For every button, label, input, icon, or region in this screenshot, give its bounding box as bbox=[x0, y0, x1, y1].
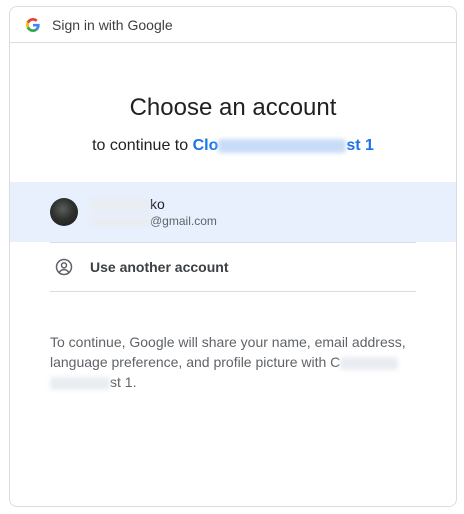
account-details: ko @gmail.com bbox=[90, 195, 217, 229]
avatar bbox=[50, 198, 78, 226]
page-title: Choose an account bbox=[129, 94, 337, 121]
account-name: ko bbox=[90, 195, 217, 213]
account-name-suffix: ko bbox=[150, 196, 165, 212]
subtitle-prefix: to continue to bbox=[92, 137, 193, 154]
google-g-icon bbox=[26, 17, 40, 32]
account-email: @gmail.com bbox=[90, 213, 217, 229]
redacted-app-name bbox=[218, 138, 347, 153]
header-bar: Sign in with Google bbox=[10, 7, 456, 43]
app-name-start: Clo bbox=[192, 137, 219, 154]
page-subtitle: to continue to Clo st 1 bbox=[10, 134, 456, 158]
use-another-account-button[interactable]: Use another account bbox=[10, 243, 456, 291]
app-name-link[interactable]: Clo st 1 bbox=[193, 137, 374, 154]
redacted-app-name bbox=[50, 376, 110, 390]
account-item[interactable]: ko @gmail.com bbox=[10, 182, 456, 242]
account-email-suffix: @gmail.com bbox=[150, 214, 217, 228]
redacted-email bbox=[90, 216, 150, 228]
disclaimer-text: To continue, Google will share your name… bbox=[10, 332, 456, 392]
divider bbox=[50, 291, 416, 292]
redacted-app-name bbox=[340, 356, 399, 370]
redacted-name bbox=[90, 199, 150, 212]
person-circle-icon bbox=[55, 258, 73, 276]
sign-in-card: Sign in with Google Choose an account to… bbox=[9, 6, 457, 507]
use-another-account-label: Use another account bbox=[90, 259, 229, 275]
disclaimer-part2: st 1. bbox=[110, 374, 137, 390]
header-title: Sign in with Google bbox=[52, 16, 173, 33]
account-list: ko @gmail.com Use another account bbox=[10, 182, 456, 292]
app-name-end: st 1 bbox=[346, 137, 374, 154]
